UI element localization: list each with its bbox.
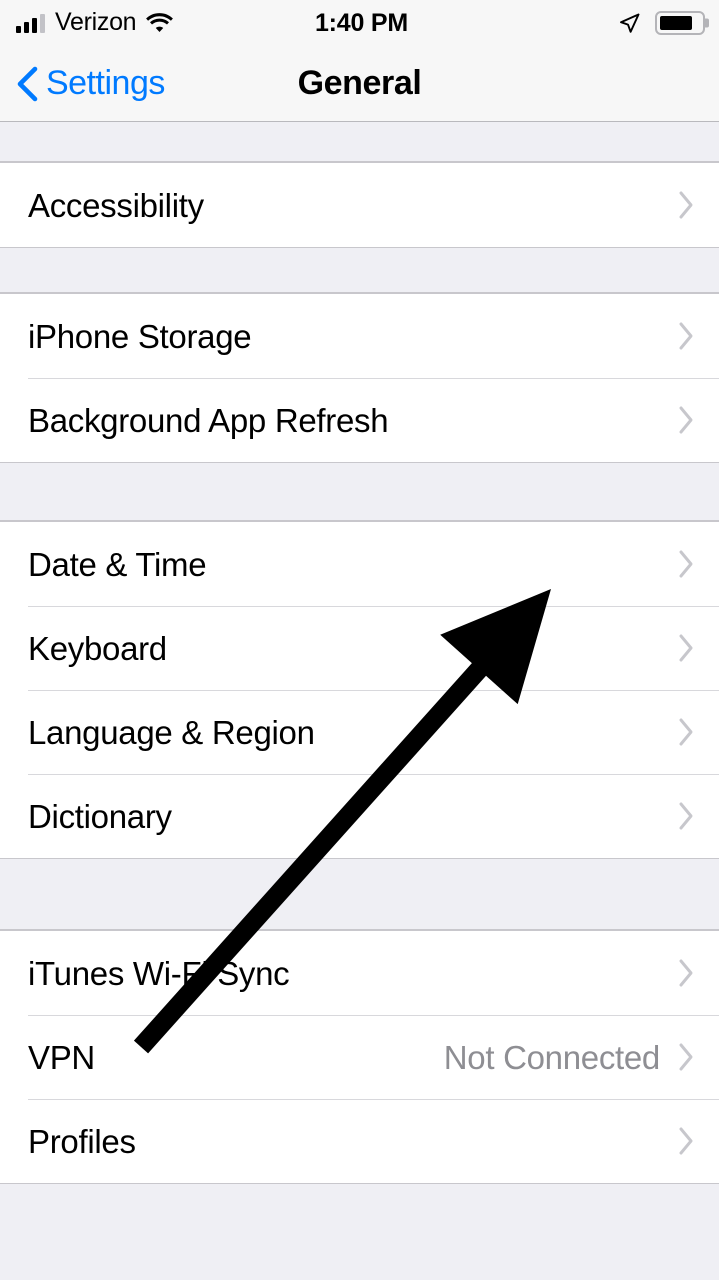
section-gap: [0, 248, 719, 293]
settings-row-accessory-group: [678, 958, 695, 988]
status-bar-right-group: [618, 0, 705, 46]
settings-table: Accessibility iPhone Storage Background Ap…: [0, 122, 719, 1280]
settings-section: iPhone Storage Background App Refresh: [0, 293, 719, 463]
chevron-right-icon: [678, 1042, 695, 1072]
settings-row-iphone-storage[interactable]: iPhone Storage: [0, 294, 719, 378]
location-arrow-icon: [618, 12, 641, 35]
settings-row-accessory-group: Not Connected: [444, 1041, 695, 1074]
settings-row-accessory-group: [678, 190, 695, 220]
iphone-settings-general-screen: Verizon 1:40 PM: [0, 0, 719, 1280]
navigation-bar: Settings General: [0, 46, 719, 122]
settings-row-label: VPN: [28, 1041, 95, 1074]
battery-icon: [655, 11, 705, 35]
settings-section: Date & Time Keyboard Language & Region Dict…: [0, 521, 719, 859]
settings-row-date-time[interactable]: Date & Time: [0, 522, 719, 606]
settings-row-label: iPhone Storage: [28, 320, 251, 353]
settings-row-accessory-group: [678, 321, 695, 351]
settings-row-label: Accessibility: [28, 189, 204, 222]
settings-section: iTunes Wi-Fi Sync VPN Not Connected Profile…: [0, 930, 719, 1184]
settings-row-profiles[interactable]: Profiles: [0, 1099, 719, 1183]
status-bar-center-group: 1:40 PM: [0, 0, 719, 46]
chevron-right-icon: [678, 405, 695, 435]
chevron-right-icon: [678, 549, 695, 579]
settings-row-accessory-group: [678, 717, 695, 747]
settings-row-label: Dictionary: [28, 800, 172, 833]
settings-row-keyboard[interactable]: Keyboard: [0, 606, 719, 690]
settings-row-vpn[interactable]: VPN Not Connected: [0, 1015, 719, 1099]
page-title: General: [0, 46, 719, 121]
section-gap: [0, 463, 719, 521]
chevron-right-icon: [678, 190, 695, 220]
settings-row-itunes-wi-fi-sync[interactable]: iTunes Wi-Fi Sync: [0, 931, 719, 1015]
section-gap: [0, 122, 719, 162]
clock-label: 1:40 PM: [315, 9, 408, 38]
settings-section: Accessibility: [0, 162, 719, 248]
chevron-right-icon: [678, 321, 695, 351]
settings-row-label: Language & Region: [28, 716, 315, 749]
settings-row-accessory-group: [678, 1126, 695, 1156]
sections-host: Accessibility iPhone Storage Background Ap…: [0, 162, 719, 1184]
chevron-right-icon: [678, 958, 695, 988]
settings-row-label: Date & Time: [28, 548, 206, 581]
settings-row-background-app-refresh[interactable]: Background App Refresh: [0, 378, 719, 462]
chevron-right-icon: [678, 801, 695, 831]
settings-row-accessibility[interactable]: Accessibility: [0, 163, 719, 247]
settings-row-label: iTunes Wi-Fi Sync: [28, 957, 289, 990]
chevron-right-icon: [678, 633, 695, 663]
settings-row-accessory-group: [678, 801, 695, 831]
settings-row-label: Keyboard: [28, 632, 167, 665]
section-gap: [0, 859, 719, 930]
settings-row-label: Profiles: [28, 1125, 136, 1158]
settings-row-accessory-group: [678, 633, 695, 663]
settings-row-language-region[interactable]: Language & Region: [0, 690, 719, 774]
settings-row-label: Background App Refresh: [28, 404, 388, 437]
chevron-right-icon: [678, 717, 695, 747]
settings-row-accessory-group: [678, 549, 695, 579]
chevron-right-icon: [678, 1126, 695, 1156]
settings-row-value: Not Connected: [444, 1041, 660, 1074]
settings-row-dictionary[interactable]: Dictionary: [0, 774, 719, 858]
settings-row-accessory-group: [678, 405, 695, 435]
status-bar: Verizon 1:40 PM: [0, 0, 719, 46]
